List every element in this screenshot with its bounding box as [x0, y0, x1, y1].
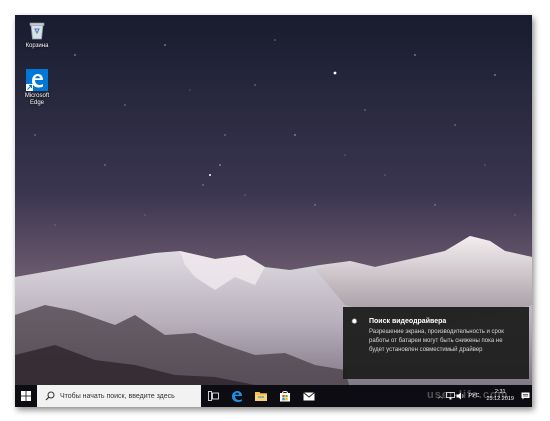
file-explorer-icon	[255, 392, 267, 401]
desktop-icon-edge[interactable]: Microsoft Edge	[17, 69, 57, 107]
desktop-icon-label: Microsoft Edge	[24, 93, 50, 106]
notification-title: Поиск видеодрайвера	[369, 318, 447, 325]
gear-icon: ✹	[351, 317, 358, 326]
speaker-icon	[456, 392, 464, 400]
desktop-icon-label: Корзина	[25, 43, 49, 49]
language-indicator[interactable]: РУС	[465, 393, 482, 399]
show-hidden-icons-button[interactable]: ︿	[435, 385, 445, 407]
action-center-button[interactable]	[518, 385, 532, 407]
taskbar: Чтобы начать поиск, введите здесь ︿ РУС …	[15, 385, 532, 407]
clock-time: 2:31	[494, 389, 506, 395]
search-placeholder: Чтобы начать поиск, введите здесь	[60, 392, 175, 400]
driver-search-notification[interactable]: ✹ Поиск видеодрайвера Разрешение экрана,…	[343, 307, 529, 379]
edge-icon	[26, 69, 48, 91]
chevron-up-icon: ︿	[437, 394, 444, 400]
system-tray: ︿ РУС 2:31 25.12.2019	[435, 385, 532, 407]
network-button[interactable]	[445, 385, 455, 407]
task-view-icon	[207, 391, 219, 401]
taskbar-search-box[interactable]: Чтобы начать поиск, введите здесь	[37, 385, 201, 407]
desktop-screen: Корзина Microsoft Edge ✹ Поиск видеодрай…	[15, 15, 532, 407]
notification-body: Разрешение экрана, производительность и …	[369, 329, 504, 353]
task-view-button[interactable]	[201, 385, 225, 407]
store-button[interactable]	[273, 385, 297, 407]
action-center-icon	[521, 392, 529, 400]
windows-logo-icon	[21, 391, 31, 401]
taskbar-edge-button[interactable]	[225, 385, 249, 407]
desktop-icon-recycle-bin[interactable]: Корзина	[17, 19, 57, 50]
start-button[interactable]	[15, 385, 37, 407]
file-explorer-button[interactable]	[249, 385, 273, 407]
volume-button[interactable]	[455, 385, 465, 407]
mail-button[interactable]	[297, 385, 321, 407]
recycle-bin-icon	[26, 19, 48, 41]
clock[interactable]: 2:31 25.12.2019	[482, 389, 518, 403]
edge-icon	[232, 391, 242, 402]
network-icon	[446, 392, 455, 400]
mail-icon	[303, 391, 315, 400]
search-icon	[45, 391, 55, 401]
clock-date: 25.12.2019	[486, 396, 514, 402]
store-icon	[280, 391, 290, 402]
